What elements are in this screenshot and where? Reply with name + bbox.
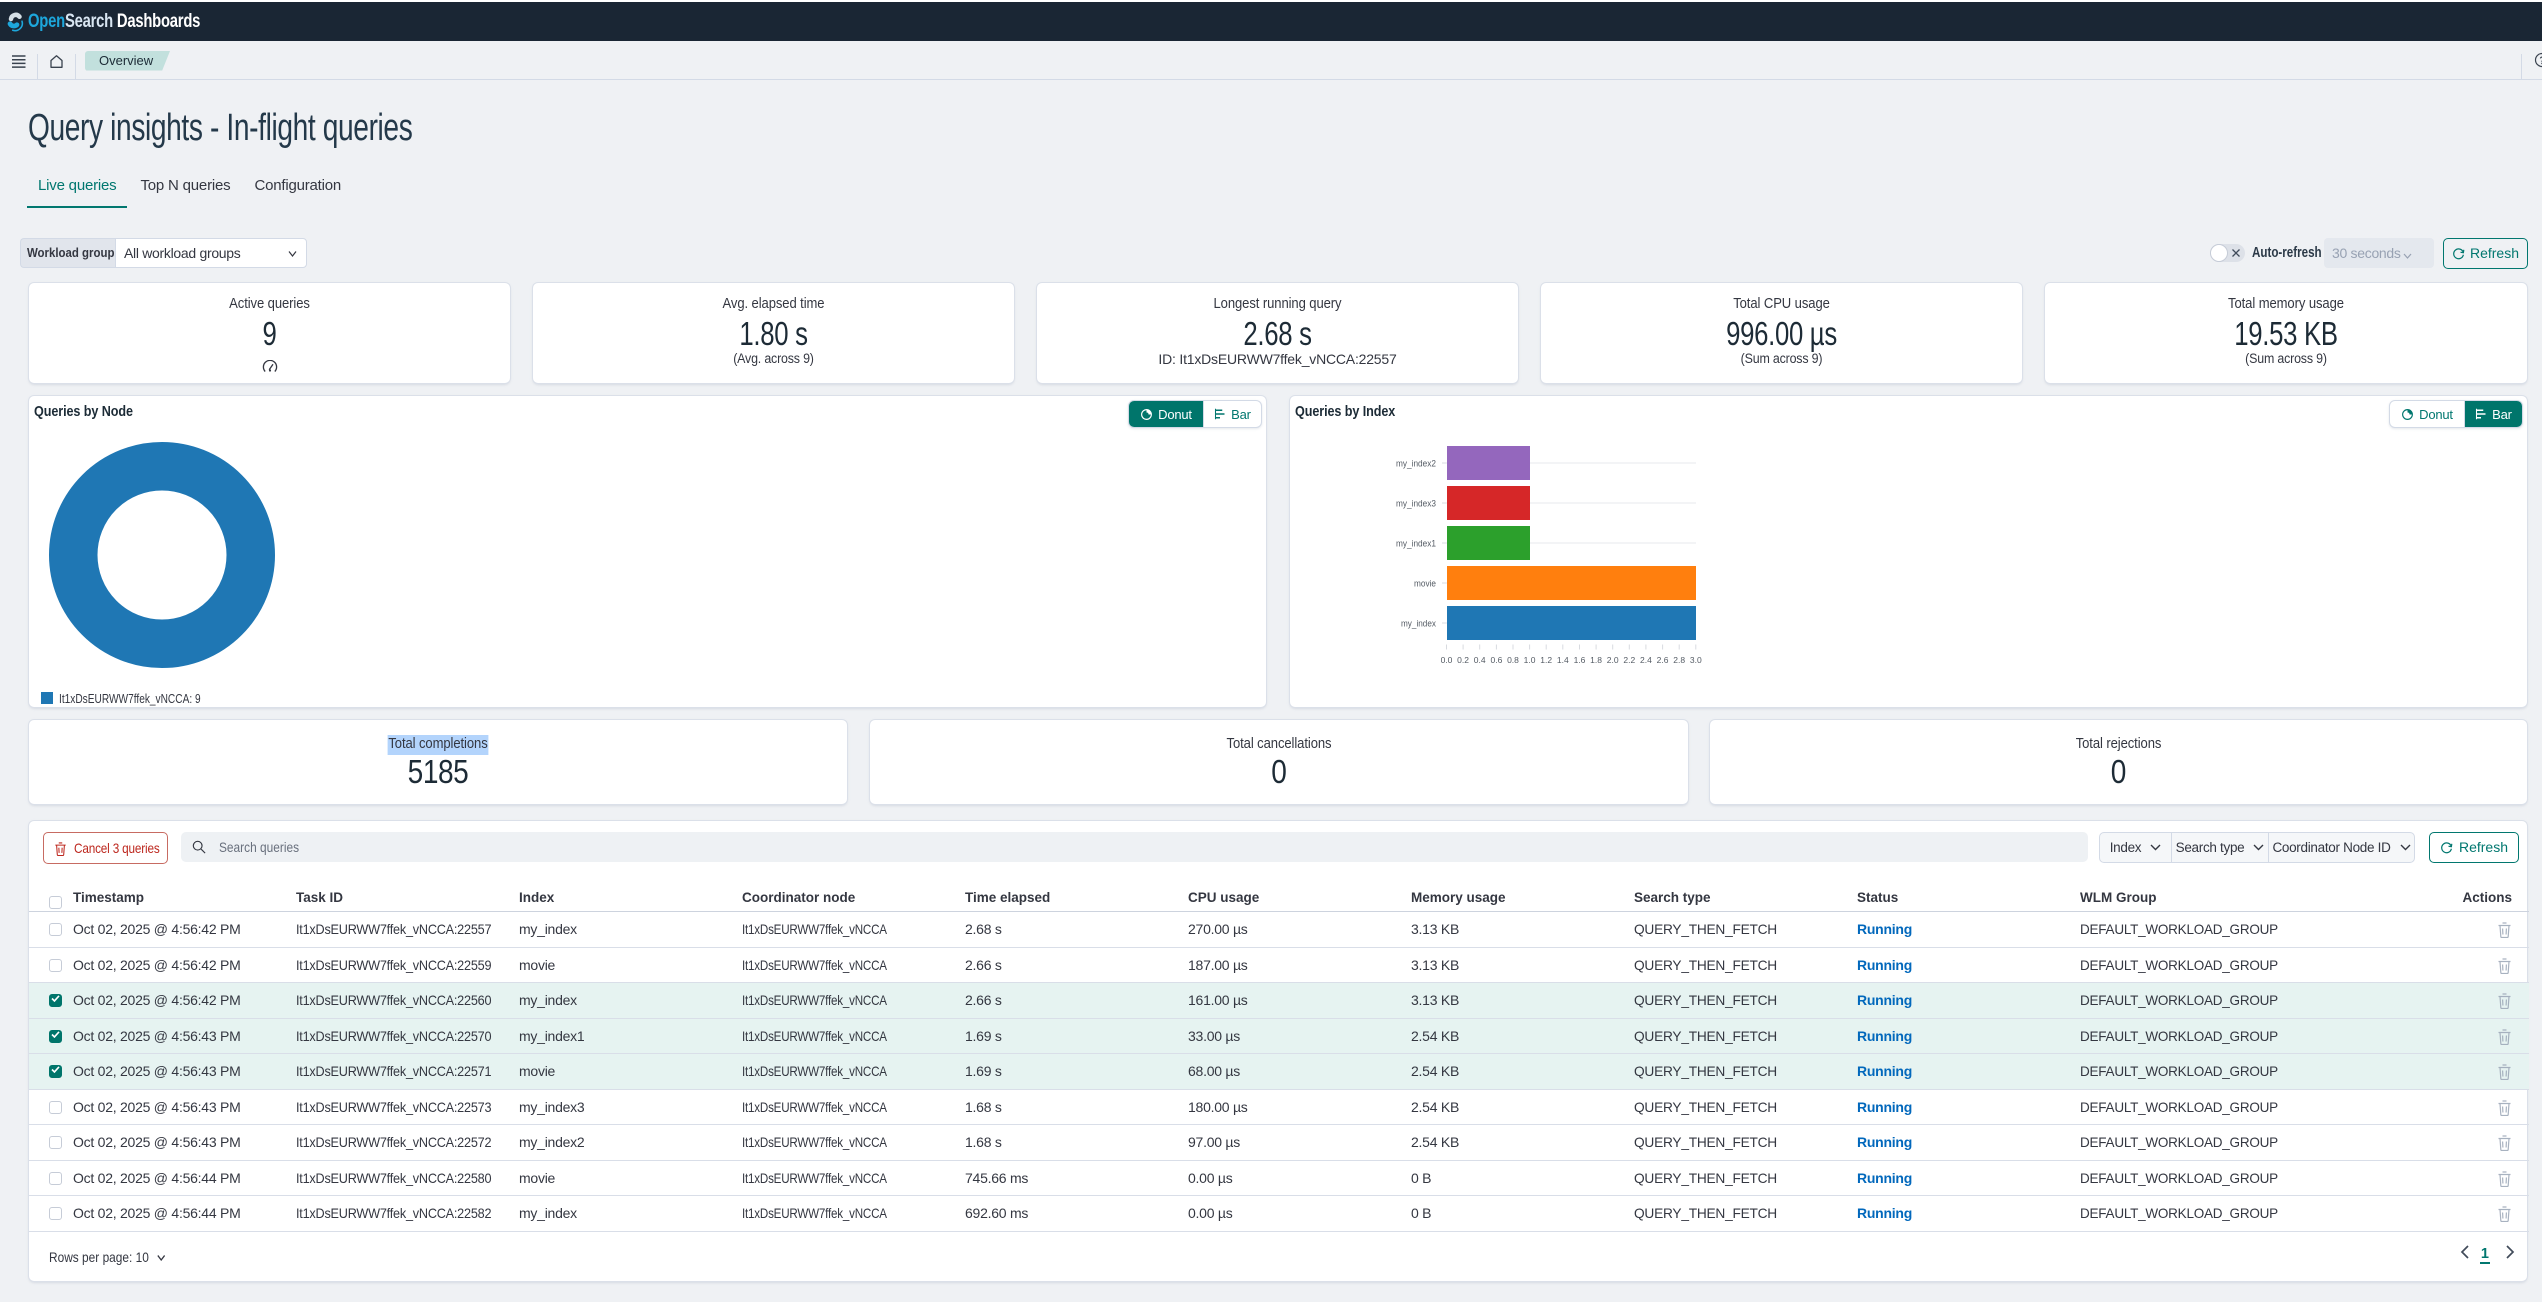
svg-text:2.2: 2.2 [1623,655,1635,665]
svg-text:1.4: 1.4 [1557,655,1569,665]
svg-text:1.2: 1.2 [1540,655,1552,665]
svg-text:my_index: my_index [1401,619,1436,629]
svg-text:2.0: 2.0 [1607,655,1619,665]
svg-text:movie: movie [1414,579,1436,589]
svg-text:2.8: 2.8 [1673,655,1685,665]
svg-text:2.6: 2.6 [1657,655,1669,665]
svg-text:0.8: 0.8 [1507,655,1519,665]
svg-text:my_index1: my_index1 [1396,539,1436,549]
svg-text:2.4: 2.4 [1640,655,1652,665]
svg-text:1.0: 1.0 [1524,655,1536,665]
svg-text:my_index2: my_index2 [1396,459,1436,469]
svg-text:my_index3: my_index3 [1396,499,1436,509]
svg-text:0.4: 0.4 [1474,655,1486,665]
svg-text:0.6: 0.6 [1490,655,1502,665]
svg-text:3.0: 3.0 [1690,655,1702,665]
svg-text:0.2: 0.2 [1457,655,1469,665]
svg-text:1.6: 1.6 [1574,655,1586,665]
svg-text:0.0: 0.0 [1441,655,1453,665]
svg-text:1.8: 1.8 [1590,655,1602,665]
